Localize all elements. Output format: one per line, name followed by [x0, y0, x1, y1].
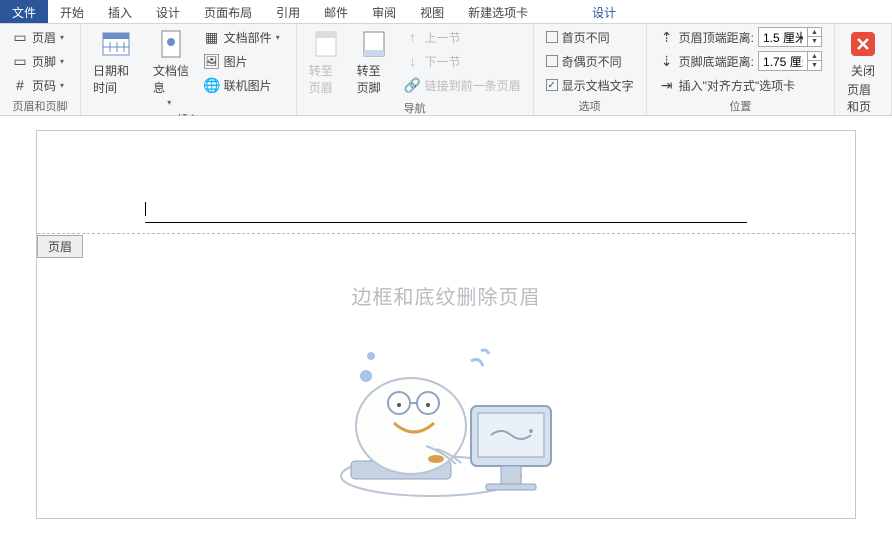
goto-header-icon: [310, 28, 342, 60]
tab-newtab[interactable]: 新建选项卡: [456, 0, 540, 23]
footer-button[interactable]: ▭页脚▾: [8, 50, 72, 72]
chevron-down-icon: ▾: [60, 33, 68, 42]
group-options: 首页不同 奇偶页不同 ✓显示文档文字 选项: [534, 24, 647, 115]
footer-bottom-row: ⇣ 页脚底端距离: ▲▼: [655, 50, 826, 72]
calendar-icon: [100, 28, 132, 60]
show-doc-text-checkbox[interactable]: ✓显示文档文字: [542, 74, 638, 96]
tab-insert[interactable]: 插入: [96, 0, 144, 23]
chevron-down-icon: ▾: [60, 81, 68, 90]
prev-section-button[interactable]: ↑上一节: [401, 26, 525, 48]
datetime-label: 日期和时间: [93, 62, 139, 96]
header-top-label: 页眉顶端距离:: [679, 29, 754, 46]
text-cursor-icon: [145, 202, 146, 216]
goto-footer-label: 转至页脚: [357, 62, 391, 96]
group-navigation: 转至页眉 转至页脚 ↑上一节 ↓下一节 🔗链接到前一条页眉 导航: [297, 24, 534, 115]
checkbox-empty-icon: [546, 55, 558, 67]
chevron-down-icon: ▾: [167, 98, 175, 107]
tab-design[interactable]: 设计: [144, 0, 192, 23]
checkbox-checked-icon: ✓: [546, 79, 558, 91]
page[interactable]: 页眉 边框和底纹删除页眉: [36, 130, 856, 519]
arrow-up-icon: ↑: [405, 29, 421, 45]
spin-down-icon[interactable]: ▼: [808, 37, 821, 46]
group-label: 位置: [655, 96, 826, 116]
next-section-button[interactable]: ↓下一节: [401, 50, 525, 72]
header-top-spin[interactable]: ▲▼: [758, 27, 822, 47]
chevron-down-icon: ▾: [276, 33, 284, 42]
odd-even-diff-checkbox[interactable]: 奇偶页不同: [542, 50, 638, 72]
header-tag: 页眉: [37, 235, 83, 258]
docinfo-label: 文档信息: [153, 62, 190, 96]
spin-up-icon[interactable]: ▲: [808, 28, 821, 37]
tab-bar: 文件 开始 插入 设计 页面布局 引用 邮件 审阅 视图 新建选项卡 设计: [0, 0, 892, 24]
tab-home[interactable]: 开始: [48, 0, 96, 23]
datetime-button[interactable]: 日期和时间: [89, 26, 143, 98]
body-title-text: 边框和底纹删除页眉: [37, 281, 855, 310]
header-icon: ▭: [12, 29, 28, 45]
tab-layout[interactable]: 页面布局: [192, 0, 264, 23]
header-dist-icon: ⇡: [659, 29, 675, 45]
group-label: 导航: [305, 98, 525, 118]
group-insert: 日期和时间 文档信息 ▾ ▦文档部件▾ 🖼图片 🌐联机图片 插入: [81, 24, 297, 115]
pagenum-button[interactable]: #页码▾: [8, 74, 72, 96]
close-icon: [847, 28, 879, 60]
tab-review[interactable]: 审阅: [360, 0, 408, 23]
header-button[interactable]: ▭页眉▾: [8, 26, 72, 48]
online-picture-button[interactable]: 🌐联机图片: [200, 74, 288, 96]
docinfo-icon: [155, 28, 187, 60]
link-icon: 🔗: [405, 77, 421, 93]
picture-icon: 🖼: [204, 53, 220, 69]
first-page-diff-checkbox[interactable]: 首页不同: [542, 26, 638, 48]
footer-bottom-spin[interactable]: ▲▼: [758, 51, 822, 71]
group-label: 页眉和页脚: [8, 96, 72, 116]
pagenum-icon: #: [12, 77, 28, 93]
group-position: ⇡ 页眉顶端距离: ▲▼ ⇣ 页脚底端距离: ▲▼ ⇥插入"对齐方式"选项卡: [647, 24, 835, 115]
docparts-icon: ▦: [204, 29, 220, 45]
insert-align-tab-button[interactable]: ⇥插入"对齐方式"选项卡: [655, 74, 826, 96]
docinfo-button[interactable]: 文档信息 ▾: [149, 26, 194, 109]
group-header-footer: ▭页眉▾ ▭页脚▾ #页码▾ 页眉和页脚: [0, 24, 81, 115]
chevron-down-icon: ▾: [60, 57, 68, 66]
tab-file[interactable]: 文件: [0, 0, 48, 23]
goto-header-label: 转至页眉: [309, 62, 343, 96]
picture-button[interactable]: 🖼图片: [200, 50, 288, 72]
spin-down-icon[interactable]: ▼: [808, 61, 821, 70]
group-close: 关闭 页眉和页脚 关闭: [835, 24, 892, 115]
checkbox-empty-icon: [546, 31, 558, 43]
goto-footer-button[interactable]: 转至页脚: [353, 26, 395, 98]
tab-hf-design[interactable]: 设计: [580, 0, 628, 23]
footer-bottom-label: 页脚底端距离:: [679, 53, 754, 70]
header-top-input[interactable]: [759, 30, 807, 44]
link-previous-button[interactable]: 🔗链接到前一条页眉: [401, 74, 525, 96]
goto-footer-icon: [358, 28, 390, 60]
align-tab-icon: ⇥: [659, 77, 675, 93]
document-canvas: 页眉 边框和底纹删除页眉: [0, 116, 892, 533]
close-label-1: 关闭: [851, 62, 875, 79]
tab-view[interactable]: 视图: [408, 0, 456, 23]
header-edit-area[interactable]: [145, 201, 747, 234]
tab-references[interactable]: 引用: [264, 0, 312, 23]
footer-bottom-input[interactable]: [759, 54, 807, 68]
goto-header-button[interactable]: 转至页眉: [305, 26, 347, 98]
footer-icon: ▭: [12, 53, 28, 69]
footer-dist-icon: ⇣: [659, 53, 675, 69]
tab-mailings[interactable]: 邮件: [312, 0, 360, 23]
online-picture-icon: 🌐: [204, 77, 220, 93]
arrow-down-icon: ↓: [405, 53, 421, 69]
header-boundary-line: [37, 233, 855, 234]
spin-up-icon[interactable]: ▲: [808, 52, 821, 61]
group-label: 选项: [542, 96, 638, 116]
ribbon: ▭页眉▾ ▭页脚▾ #页码▾ 页眉和页脚 日期和时间 文档信息 ▾ ▦文档部件▾…: [0, 24, 892, 116]
docparts-button[interactable]: ▦文档部件▾: [200, 26, 288, 48]
cartoon-illustration: [316, 331, 576, 524]
header-top-row: ⇡ 页眉顶端距离: ▲▼: [655, 26, 826, 48]
